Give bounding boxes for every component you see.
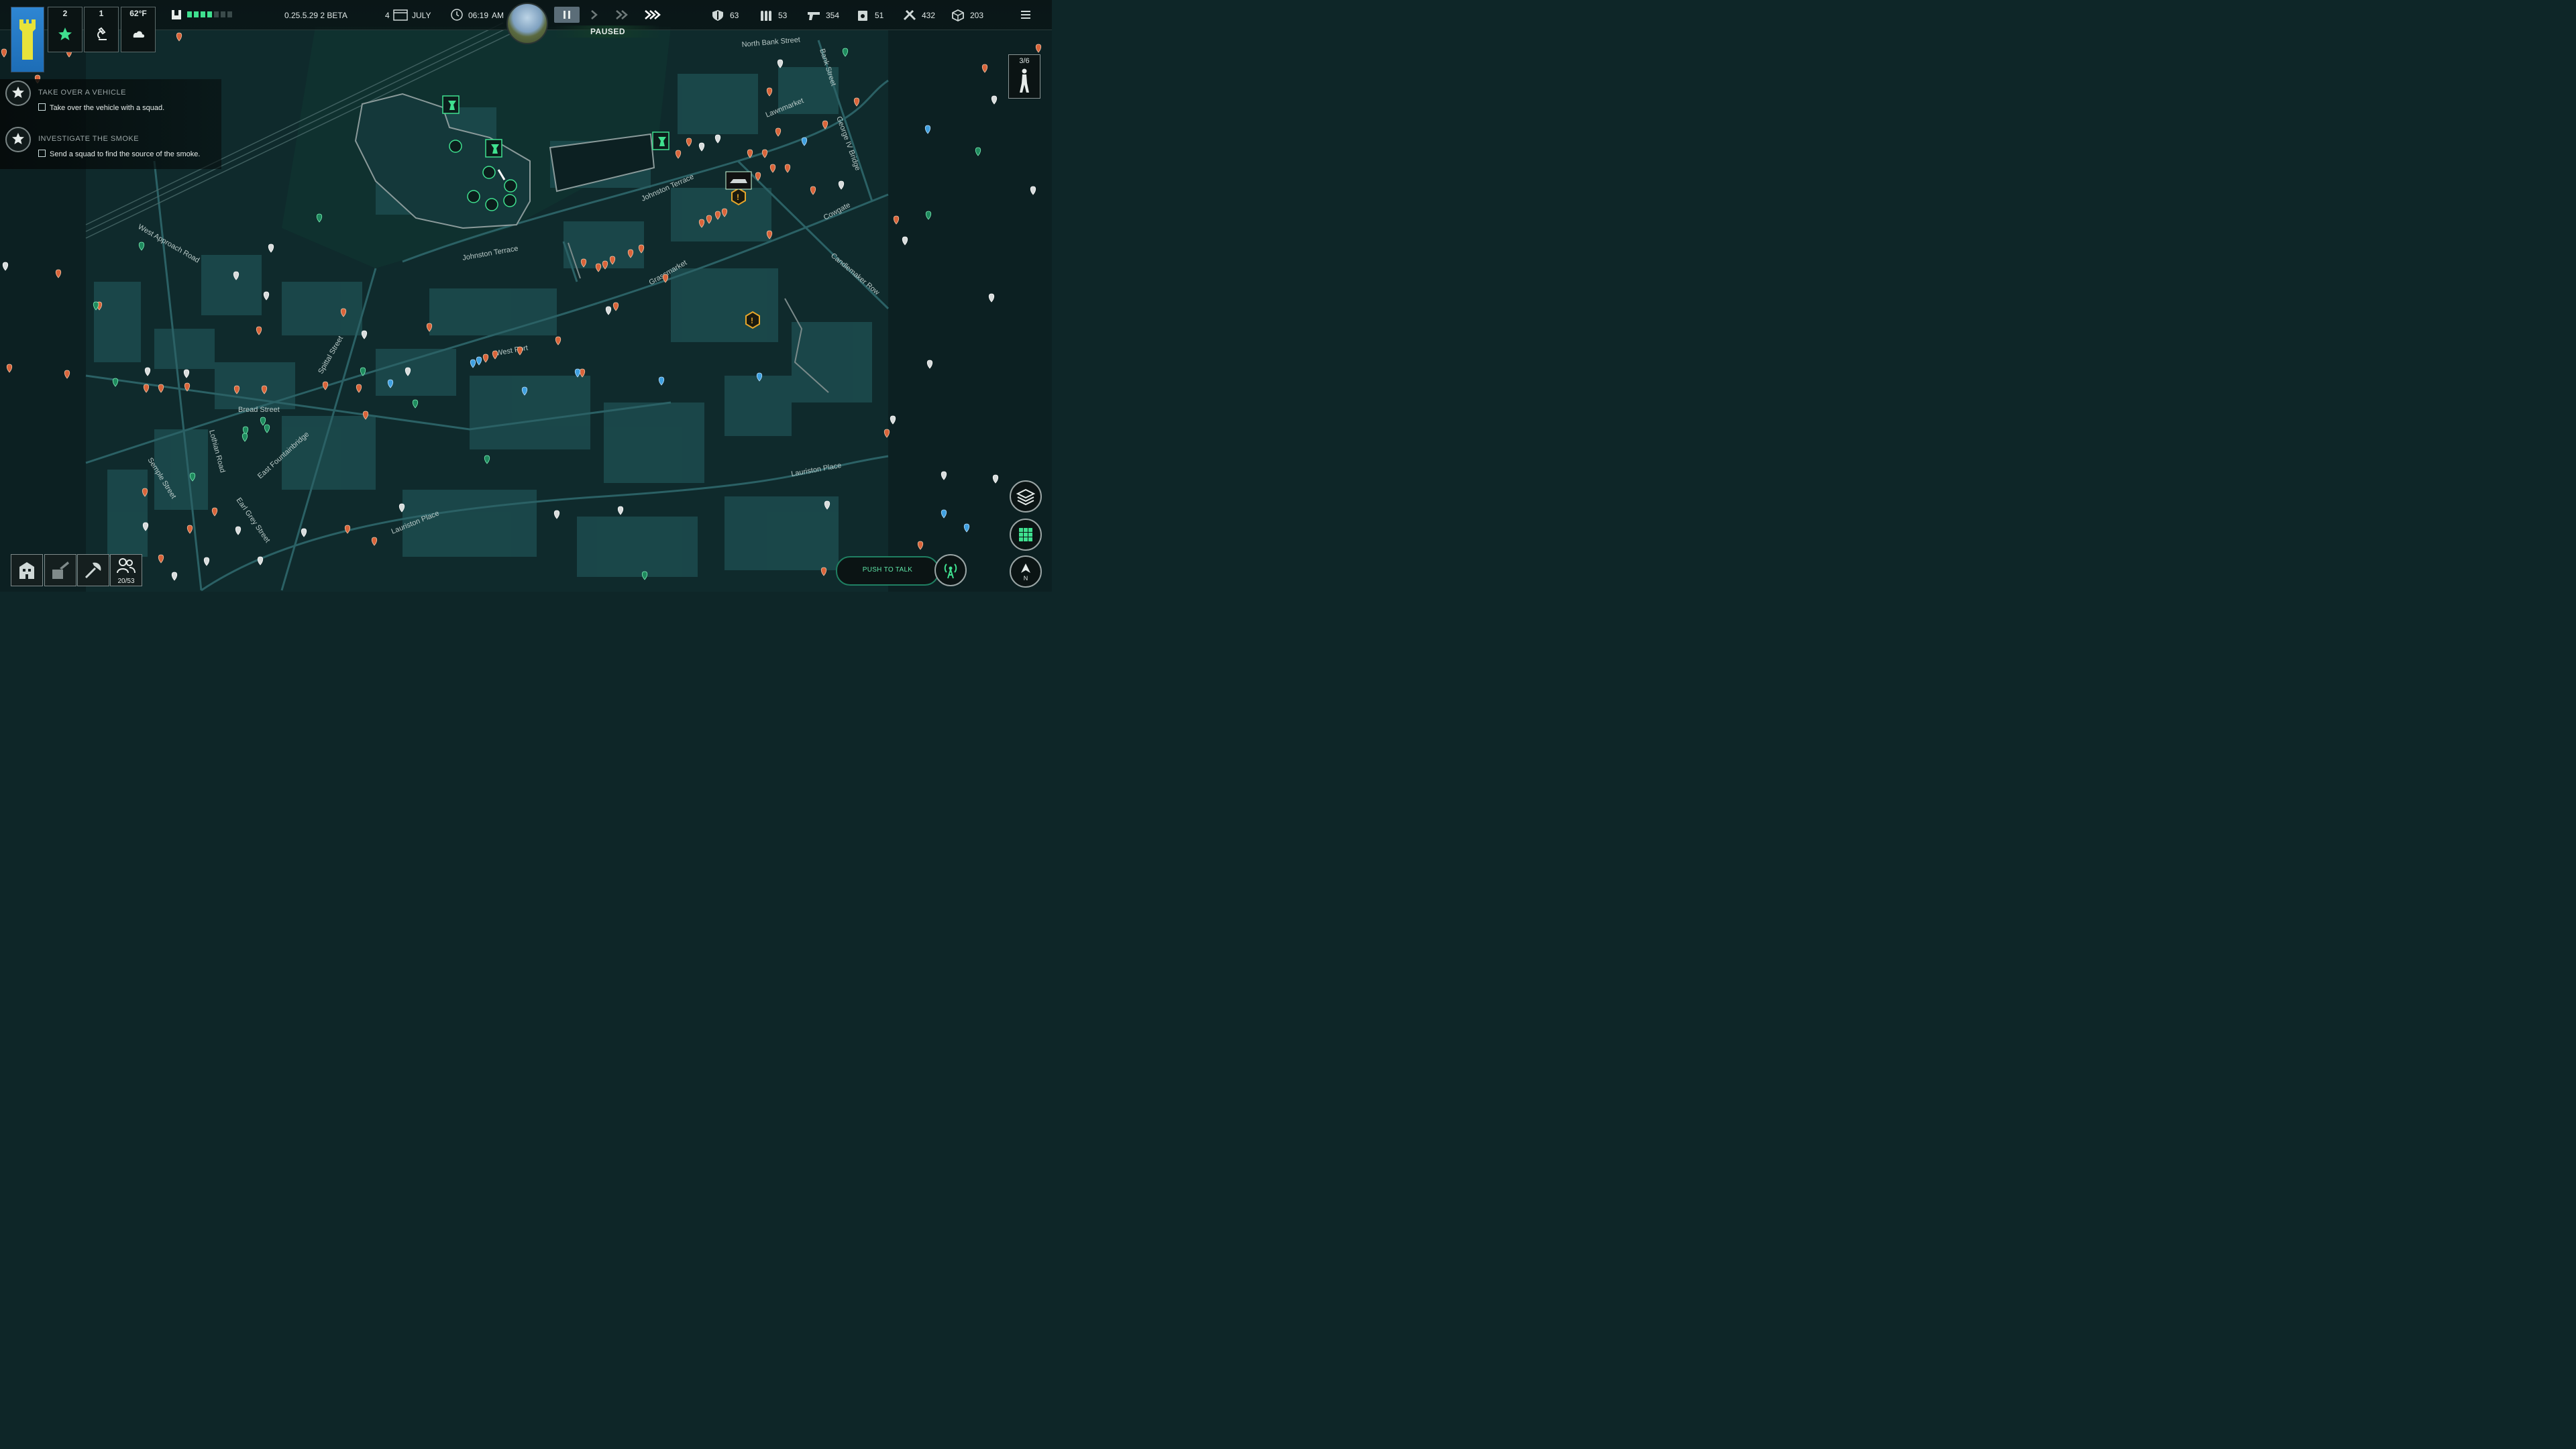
resource-value: 63 [730, 11, 739, 20]
star-icon [58, 28, 72, 40]
resource-value: 354 [826, 11, 840, 20]
push-to-talk-label: PUSH TO TALK [862, 566, 913, 574]
weather-globe[interactable] [506, 3, 548, 44]
svg-text:!: ! [751, 316, 753, 325]
influence-icon [172, 10, 181, 19]
fuel-can-icon [858, 11, 867, 21]
objective-star [5, 80, 31, 106]
resource-ammo[interactable]: 53 [759, 9, 787, 21]
tools-icon [903, 9, 916, 21]
task-checkbox[interactable] [38, 150, 46, 157]
play-speed-2-button[interactable] [614, 9, 629, 20]
resource-value: 432 [922, 11, 936, 20]
clock-icon [451, 9, 463, 21]
objective-task[interactable]: Send a squad to find the source of the s… [38, 150, 200, 158]
street-label: Bread Street [238, 406, 280, 414]
renown-card[interactable]: 2 [48, 7, 83, 52]
map-layers-button[interactable] [1010, 480, 1042, 513]
research-value: 1 [99, 9, 104, 18]
resource-tools[interactable]: 432 [903, 9, 935, 21]
supplies-crate-icon [952, 9, 964, 21]
faction-banner[interactable] [11, 7, 44, 72]
svg-text:!: ! [737, 193, 739, 202]
top-bar: 0.25.5.29 2 BETA 4 JULY 06:19 AM PAUSED … [0, 0, 1052, 44]
scavenge-button[interactable] [77, 554, 109, 586]
ammo-icon [761, 11, 771, 21]
time-label: 06:19 [468, 11, 489, 20]
compass-label: N [1023, 575, 1028, 582]
axe-icon [85, 562, 101, 579]
menu-button[interactable] [1021, 11, 1030, 19]
cloud-icon [133, 31, 145, 38]
construction-icon [52, 561, 69, 579]
objective-task-text: Take over the vehicle with a squad. [50, 104, 165, 112]
tower-emblem-icon [19, 19, 36, 60]
version-label: 0.25.5.29 2 BETA [284, 11, 347, 20]
resource-value: 51 [875, 11, 884, 20]
paused-status: PAUSED [554, 25, 661, 38]
building-icon [19, 562, 34, 579]
weather-card[interactable]: 62°F [121, 7, 156, 52]
housing-marker[interactable] [503, 194, 517, 207]
population-count: 20/53 [117, 578, 135, 585]
paused-label: PAUSED [590, 27, 626, 36]
influence-bar [187, 11, 232, 17]
objectives-panel: TAKE OVER A VEHICLE Take over the vehicl… [0, 79, 221, 169]
date-month: JULY [412, 11, 431, 20]
squad-count: 3/6 [1019, 57, 1030, 65]
survivors-button[interactable]: 20/53 [110, 554, 142, 586]
research-icon [97, 27, 107, 40]
renown-value: 2 [62, 9, 68, 18]
walking-person-icon [1020, 68, 1029, 93]
time-ampm: AM [492, 11, 504, 20]
star-icon [12, 87, 24, 98]
radio-button[interactable] [934, 554, 967, 586]
grid-icon [1019, 528, 1032, 541]
push-to-talk-bar[interactable]: PUSH TO TALK [836, 556, 939, 586]
objective-star [5, 127, 31, 152]
radio-tower-icon [944, 564, 957, 579]
resource-weapons[interactable]: 354 [807, 9, 839, 21]
housing-marker[interactable] [467, 190, 480, 203]
squad-card[interactable]: 3/6 [1008, 54, 1040, 99]
resource-fuel[interactable]: 51 [856, 9, 883, 21]
resource-value: 53 [778, 11, 788, 20]
play-speed-3-button[interactable] [644, 9, 661, 20]
pause-button[interactable] [554, 7, 580, 23]
task-checkbox[interactable] [38, 103, 46, 111]
pause-icon [564, 11, 570, 19]
farm-marker[interactable] [449, 140, 462, 153]
compass-button[interactable]: N [1010, 555, 1042, 588]
grid-toggle-button[interactable] [1010, 519, 1042, 551]
layers-icon [1016, 488, 1035, 506]
objective-title: INVESTIGATE THE SMOKE [38, 135, 140, 143]
objective-title: TAKE OVER A VEHICLE [38, 89, 126, 97]
pistol-icon [808, 12, 820, 20]
housing-marker[interactable] [482, 166, 496, 179]
people-icon [117, 558, 136, 574]
temperature-value: 62°F [129, 9, 147, 18]
resource-influence[interactable]: 63 [711, 9, 739, 21]
calendar-icon [393, 9, 408, 21]
hq-star-marker[interactable] [504, 179, 517, 193]
research-card[interactable]: 1 [84, 7, 119, 52]
star-icon [12, 133, 24, 144]
construct-button[interactable] [44, 554, 76, 586]
resource-value: 203 [970, 11, 984, 20]
buildings-button[interactable] [11, 554, 43, 586]
housing-marker[interactable] [485, 198, 498, 211]
date-day: 4 [385, 11, 390, 20]
objective-task[interactable]: Take over the vehicle with a squad. [38, 103, 164, 112]
objective-task-text: Send a squad to find the source of the s… [50, 150, 201, 158]
shield-icon [712, 10, 723, 21]
play-speed-1-button[interactable] [589, 9, 600, 20]
resource-supplies[interactable]: 203 [951, 9, 983, 21]
